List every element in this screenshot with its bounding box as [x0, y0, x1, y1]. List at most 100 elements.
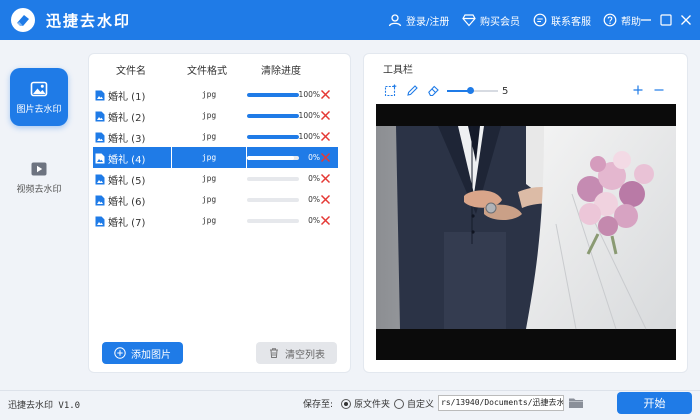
radio-custom-label: 自定义	[407, 400, 435, 410]
buy-vip-link[interactable]: 购买会员	[462, 12, 520, 28]
image-preview[interactable]	[376, 104, 676, 360]
file-format: jpg	[201, 111, 217, 120]
help-icon	[603, 13, 617, 27]
help-link[interactable]: 帮助	[603, 12, 641, 28]
file-name: 婚礼 (3)	[108, 133, 146, 145]
radio-custom-folder[interactable]: 自定义	[394, 397, 434, 410]
delete-icon[interactable]	[320, 173, 331, 184]
title-bar: 迅捷去水印 登录/注册 购买会员 联系客服 帮助	[0, 0, 700, 40]
contact-link[interactable]: 联系客服	[533, 12, 591, 28]
table-row[interactable]: 婚礼 (1) jpg 100%	[93, 84, 338, 105]
progress-bar	[247, 219, 299, 223]
progress-bar	[247, 156, 299, 160]
folder-icon[interactable]	[568, 396, 584, 409]
image-file-icon	[95, 174, 105, 184]
image-file-icon	[95, 216, 105, 226]
progress-bar	[247, 93, 299, 97]
table-row[interactable]: 婚礼 (3) jpg 100%	[93, 126, 338, 147]
file-list-panel: 文件名 文件格式 清除进度 婚礼 (1) jpg 100% 婚礼 (2) jpg 100%…	[88, 53, 351, 373]
close-icon[interactable]	[679, 13, 693, 27]
file-name: 婚礼 (7)	[108, 217, 146, 229]
file-name-cell: 婚礼 (6)	[95, 193, 171, 208]
chat-icon	[533, 13, 547, 27]
save-path-field[interactable]: rs/13940/Documents/迅捷去水印	[438, 395, 564, 411]
file-name-cell: 婚礼 (1)	[95, 88, 171, 103]
radio-dot-selected	[341, 398, 351, 409]
file-format: jpg	[201, 216, 217, 225]
file-format: jpg	[201, 132, 217, 141]
delete-icon[interactable]	[320, 131, 331, 142]
file-name: 婚礼 (5)	[108, 175, 146, 187]
radio-original-folder[interactable]: 原文件夹	[341, 397, 390, 410]
file-format: jpg	[201, 195, 217, 204]
progress-bar	[247, 177, 299, 181]
image-file-icon	[95, 132, 105, 142]
sidebar-item-image-watermark[interactable]: 图片去水印	[10, 68, 68, 126]
table-row[interactable]: 婚礼 (6) jpg 0%	[93, 189, 338, 210]
delete-icon[interactable]	[320, 152, 331, 163]
version-text: 迅捷去水印 V1.0	[8, 401, 81, 411]
login-link[interactable]: 登录/注册	[388, 12, 449, 28]
diamond-icon	[462, 14, 476, 27]
brush-size-slider[interactable]	[447, 87, 498, 94]
table-row[interactable]: 婚礼 (7) jpg 0%	[93, 210, 338, 231]
eraser-icon[interactable]	[427, 84, 440, 97]
progress-percent: 0%	[308, 153, 320, 162]
file-name: 婚礼 (4)	[108, 154, 146, 166]
minimize-icon[interactable]	[639, 13, 653, 27]
sidebar-item-label: 视频去水印	[16, 184, 62, 195]
start-button[interactable]: 开始	[617, 392, 692, 414]
pencil-icon[interactable]	[406, 84, 419, 97]
table-row[interactable]: 婚礼 (4) jpg 0%	[93, 147, 338, 168]
add-image-label: 添加图片	[131, 349, 171, 361]
file-name-cell: 婚礼 (7)	[95, 214, 171, 229]
clear-list-button[interactable]: 清空列表	[256, 342, 337, 364]
image-icon	[30, 81, 48, 96]
column-header-progress: 清除进度	[261, 66, 301, 77]
sidebar: 图片去水印 视频去水印	[0, 40, 78, 390]
save-to-label: 保存至:	[303, 400, 334, 410]
radio-dot	[394, 398, 404, 409]
sidebar-item-label: 图片去水印	[16, 104, 62, 115]
app-title: 迅捷去水印	[46, 12, 132, 30]
file-name-cell: 婚礼 (3)	[95, 130, 171, 145]
file-name-cell: 婚礼 (4)	[95, 151, 171, 166]
login-label: 登录/注册	[406, 16, 450, 28]
column-header-format: 文件格式	[187, 66, 227, 77]
file-table-body: 婚礼 (1) jpg 100% 婚礼 (2) jpg 100% 婚礼 (3) jpg 100% 婚…	[93, 84, 338, 231]
file-name: 婚礼 (6)	[108, 196, 146, 208]
user-icon	[388, 14, 402, 27]
table-row[interactable]: 婚礼 (5) jpg 0%	[93, 168, 338, 189]
progress-percent: 100%	[298, 111, 320, 120]
radio-original-label: 原文件夹	[354, 400, 391, 410]
table-row[interactable]: 婚礼 (2) jpg 100%	[93, 105, 338, 126]
contact-label: 联系客服	[551, 16, 591, 28]
delete-icon[interactable]	[320, 215, 331, 226]
progress-bar-fill	[247, 135, 299, 139]
video-icon	[31, 162, 47, 175]
add-image-button[interactable]: 添加图片	[102, 342, 183, 364]
delete-icon[interactable]	[320, 110, 331, 121]
zoom-in-icon[interactable]	[632, 84, 644, 96]
zoom-out-icon[interactable]	[653, 84, 665, 96]
sidebar-item-video-watermark[interactable]: 视频去水印	[10, 148, 68, 206]
progress-bar	[247, 198, 299, 202]
maximize-icon[interactable]	[659, 13, 673, 27]
image-file-icon	[95, 195, 105, 205]
image-file-icon	[95, 153, 105, 163]
brush-size-slider-knob[interactable]	[466, 87, 474, 94]
progress-percent: 100%	[298, 90, 320, 99]
file-format: jpg	[201, 174, 217, 183]
toolbar-label: 工具栏	[383, 65, 413, 76]
brush-size-value: 5	[502, 86, 509, 97]
progress-bar-fill	[247, 93, 299, 97]
rect-select-icon[interactable]	[384, 84, 397, 97]
plus-circle-icon	[114, 347, 126, 359]
progress-percent: 0%	[308, 174, 320, 183]
delete-icon[interactable]	[320, 194, 331, 205]
delete-icon[interactable]	[320, 89, 331, 100]
progress-bar	[247, 114, 299, 118]
progress-bar-fill	[247, 114, 299, 118]
file-format: jpg	[201, 90, 217, 99]
buy-vip-label: 购买会员	[480, 16, 520, 28]
